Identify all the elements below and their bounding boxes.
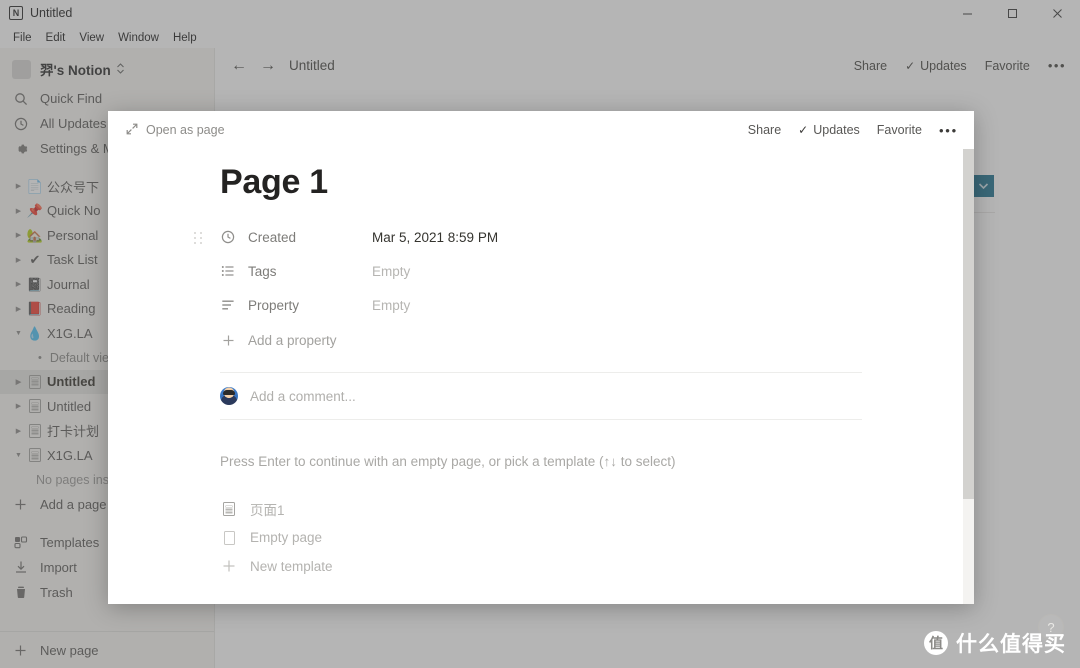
add-property-label: Add a property <box>248 332 337 348</box>
template-label-2: New template <box>250 558 333 574</box>
property-value-property[interactable]: Empty <box>372 298 410 313</box>
blank-page-icon <box>220 531 238 545</box>
list-icon <box>220 264 236 278</box>
text-lines-icon <box>220 298 236 312</box>
document-icon <box>220 502 238 517</box>
watermark-logo-icon: 值 <box>924 631 948 655</box>
avatar <box>220 387 238 405</box>
template-option-0[interactable]: 页面1 <box>220 495 974 524</box>
property-value-tags[interactable]: Empty <box>372 264 410 279</box>
template-hint-text: Press Enter to continue with an empty pa… <box>220 454 676 469</box>
modal-more-options-icon[interactable]: ••• <box>939 123 958 138</box>
modal-top-bar: Open as page Share ✓ Updates Favorite ••… <box>108 111 974 149</box>
modal-updates-label: Updates <box>813 123 860 137</box>
modal-scrollbar-thumb[interactable] <box>963 149 974 499</box>
page-peek-modal: Open as page Share ✓ Updates Favorite ••… <box>108 111 974 604</box>
property-label-created: Created <box>248 229 297 245</box>
template-list: 页面1 Empty page New template <box>220 495 974 581</box>
add-property-button[interactable]: Add a property <box>220 324 974 356</box>
watermark: 值 什么值得买 <box>924 628 1066 658</box>
property-label-tags: Tags <box>248 263 277 279</box>
modal-body: Page 1 Created Mar 5, 2021 8:59 PM Tags … <box>108 163 974 581</box>
expand-icon <box>126 123 138 138</box>
property-value-created[interactable]: Mar 5, 2021 8:59 PM <box>372 230 498 245</box>
template-option-new-template[interactable]: New template <box>220 552 974 581</box>
drag-handle-icon[interactable] <box>194 231 203 244</box>
open-as-page-label: Open as page <box>146 123 225 137</box>
open-as-page-button[interactable]: Open as page <box>126 123 225 138</box>
clock-icon <box>220 230 236 244</box>
property-row-created[interactable]: Created Mar 5, 2021 8:59 PM <box>194 220 974 254</box>
modal-favorite-button[interactable]: Favorite <box>877 123 922 137</box>
modal-updates-button[interactable]: ✓ Updates <box>798 123 860 137</box>
comment-placeholder: Add a comment... <box>250 388 356 404</box>
modal-actions: Share ✓ Updates Favorite ••• <box>731 123 958 138</box>
template-option-empty-page[interactable]: Empty page <box>220 524 974 553</box>
property-label-property: Property <box>248 297 300 313</box>
comment-input-row[interactable]: Add a comment... <box>220 372 862 420</box>
modal-share-button[interactable]: Share <box>748 123 781 137</box>
modal-scrollbar-track[interactable] <box>963 149 974 604</box>
watermark-text: 什么值得买 <box>956 633 1066 656</box>
template-label-1: Empty page <box>250 530 323 546</box>
page-title[interactable]: Page 1 <box>220 163 974 202</box>
check-icon: ✓ <box>798 123 809 137</box>
plus-icon <box>220 334 236 347</box>
template-label-0: 页面1 <box>250 503 285 519</box>
plus-icon <box>220 559 238 573</box>
property-row-property[interactable]: Property Empty <box>220 288 974 322</box>
notion-app-window: N Untitled File Edit View Window Help 羿'… <box>0 0 1080 668</box>
property-row-tags[interactable]: Tags Empty <box>220 254 974 288</box>
property-list: Created Mar 5, 2021 8:59 PM Tags Empty P… <box>194 220 974 356</box>
